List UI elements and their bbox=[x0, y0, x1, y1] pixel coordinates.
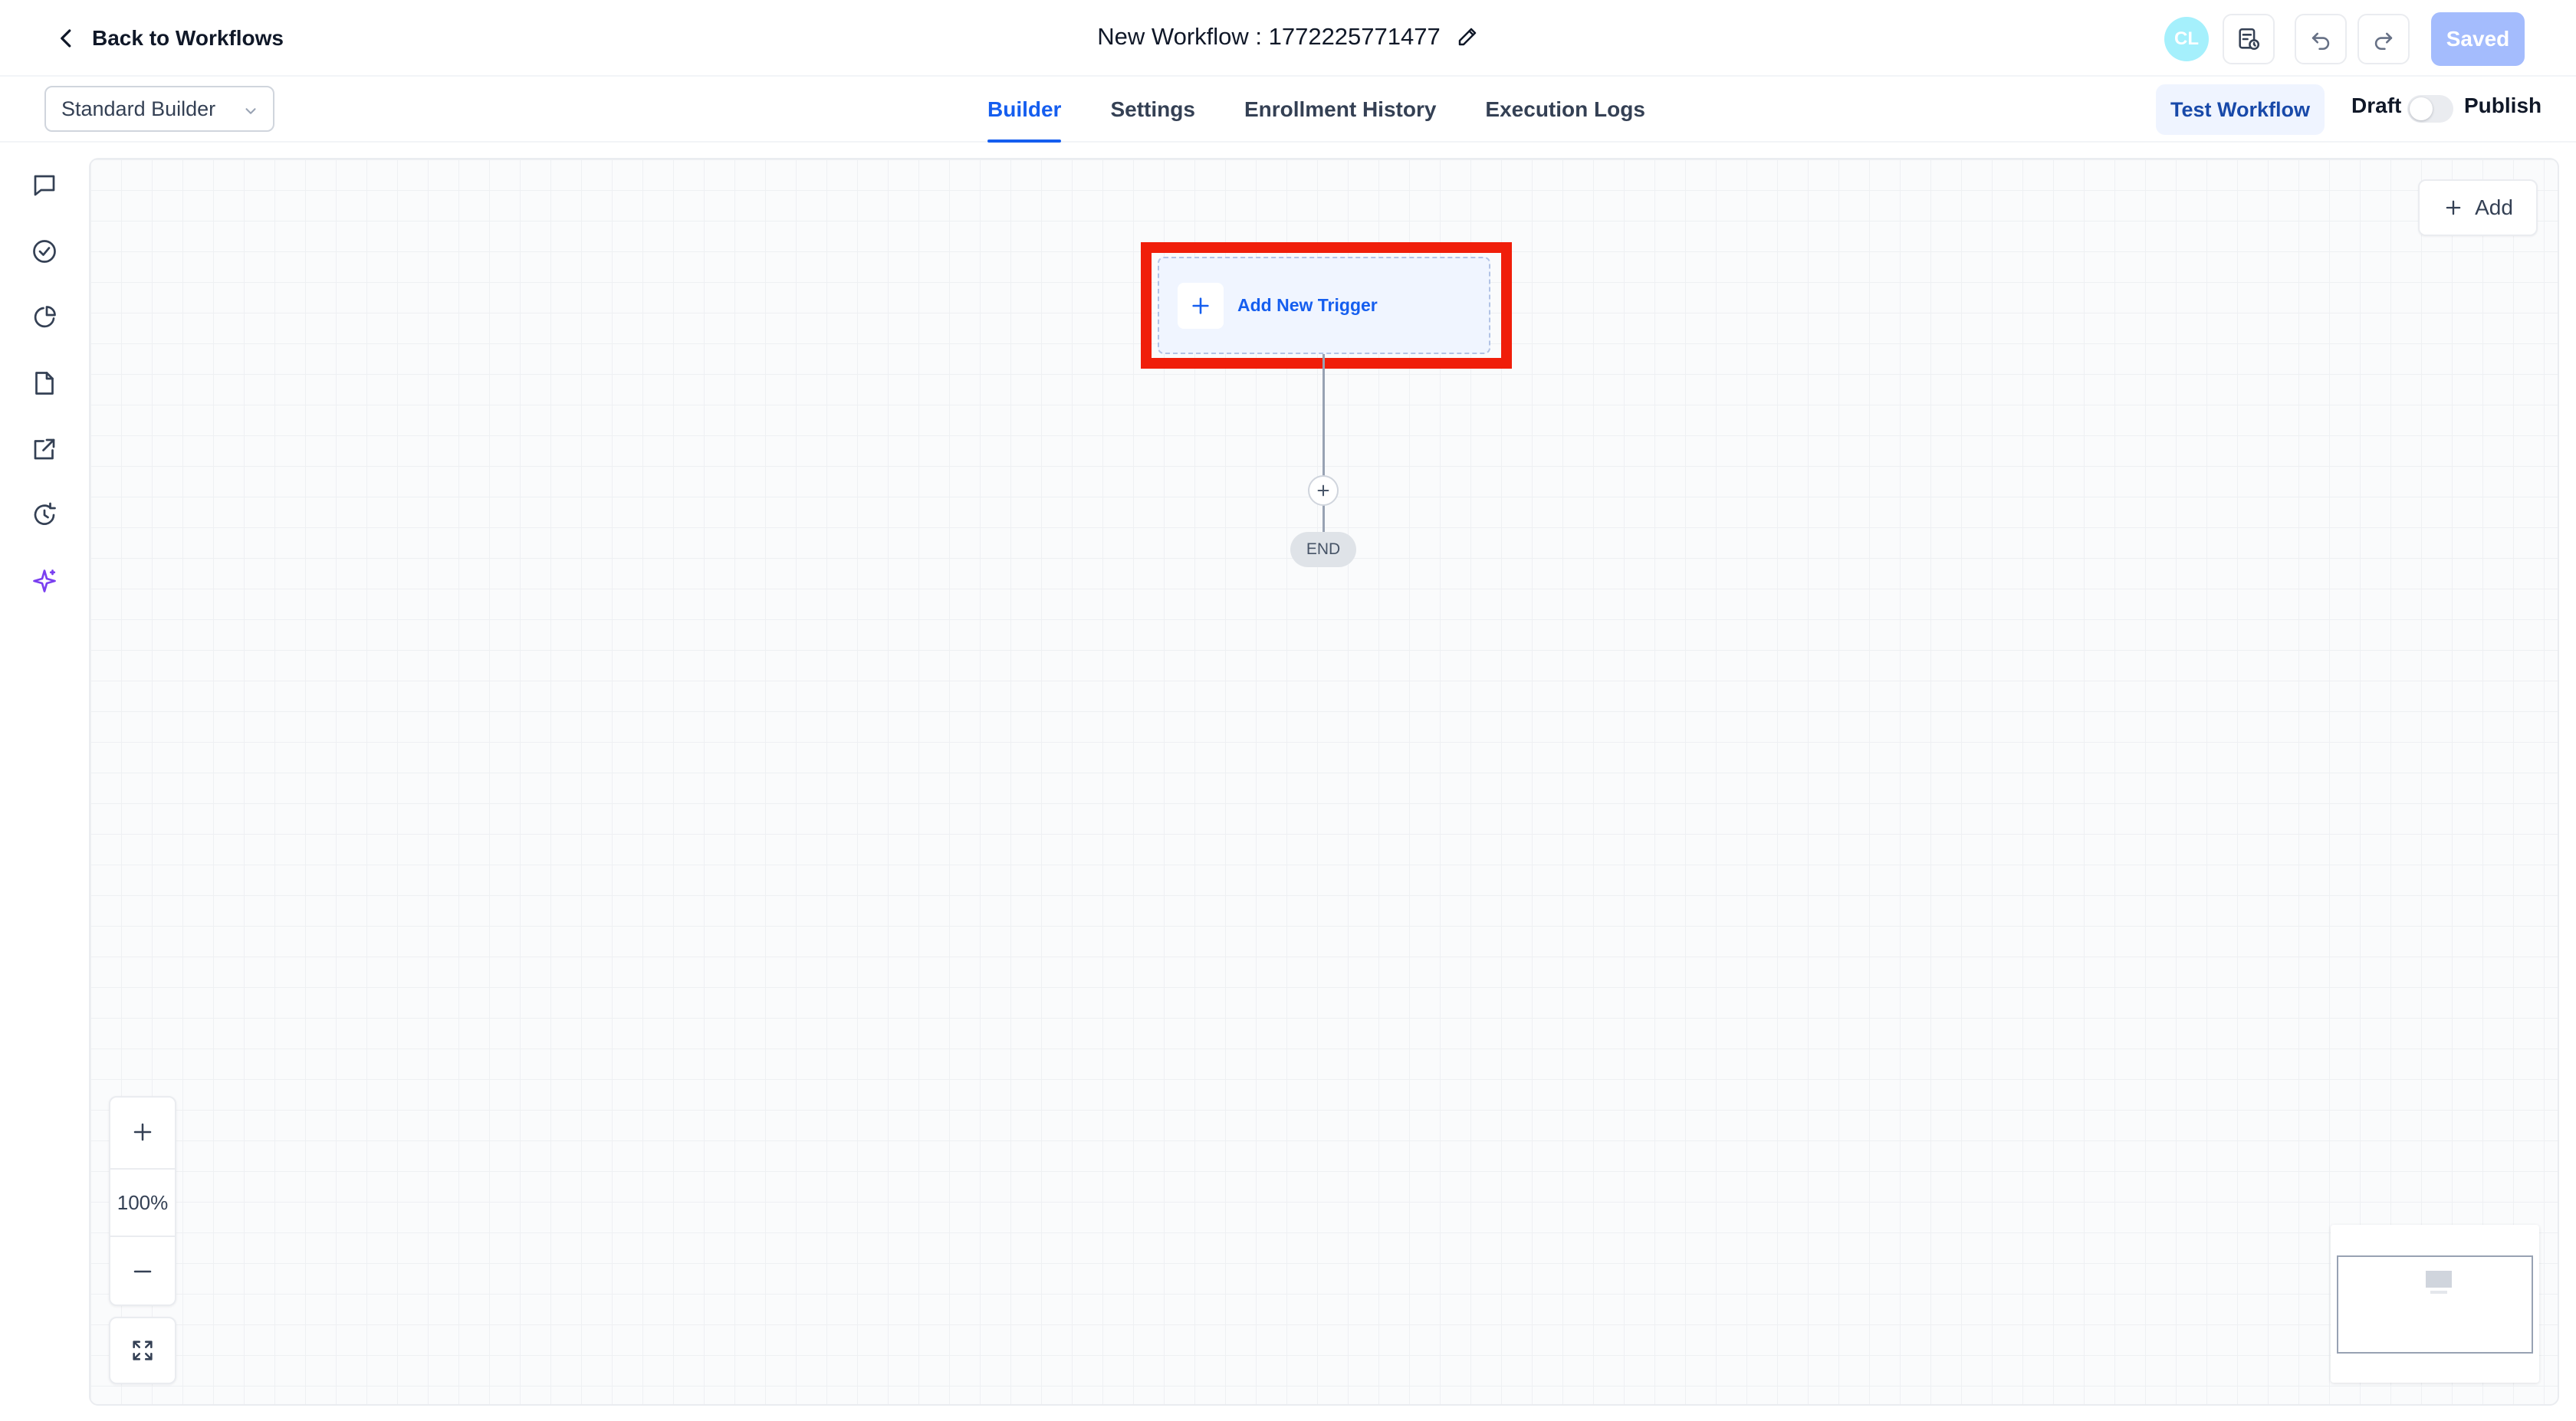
sub-toolbar: Standard Builder Builder Settings Enroll… bbox=[0, 77, 2576, 143]
saved-button[interactable]: Saved bbox=[2431, 12, 2525, 66]
zoom-out-button[interactable] bbox=[110, 1237, 175, 1306]
publish-toggle[interactable] bbox=[2407, 95, 2453, 123]
top-header: Back to Workflows New Workflow : 1772225… bbox=[0, 0, 2576, 77]
undo-button[interactable] bbox=[2295, 14, 2347, 64]
draft-label: Draft bbox=[2351, 94, 2402, 117]
avatar[interactable]: CL bbox=[2164, 17, 2209, 61]
history-icon[interactable] bbox=[28, 498, 61, 532]
builder-select-value: Standard Builder bbox=[61, 97, 216, 120]
plus-icon bbox=[1317, 484, 1329, 497]
builder-type-select[interactable]: Standard Builder bbox=[44, 86, 274, 132]
add-step-button[interactable] bbox=[1308, 475, 1339, 506]
chat-icon[interactable] bbox=[28, 169, 61, 202]
plus-icon bbox=[1192, 297, 1209, 314]
version-history-button[interactable] bbox=[2223, 14, 2275, 64]
minimap-trigger-node bbox=[2426, 1271, 2452, 1288]
workflow-title-text: New Workflow : 1772225771477 bbox=[1097, 23, 1441, 50]
add-new-trigger-card[interactable]: Add New Trigger bbox=[1158, 257, 1490, 354]
minimap[interactable] bbox=[2331, 1225, 2539, 1383]
end-node: END bbox=[1290, 532, 1356, 567]
plus-icon bbox=[2446, 200, 2461, 215]
tab-execution-logs[interactable]: Execution Logs bbox=[1485, 77, 1644, 143]
minus-icon bbox=[133, 1270, 152, 1273]
tab-builder[interactable]: Builder bbox=[987, 77, 1062, 143]
workflow-tabs: Builder Settings Enrollment History Exec… bbox=[987, 77, 1645, 143]
add-button[interactable]: Add bbox=[2418, 179, 2538, 236]
sparkle-icon[interactable] bbox=[28, 564, 61, 598]
add-button-label: Add bbox=[2475, 195, 2513, 219]
pencil-icon[interactable] bbox=[1456, 25, 1479, 48]
zoom-level: 100% bbox=[110, 1168, 175, 1237]
tab-enrollment-history[interactable]: Enrollment History bbox=[1244, 77, 1436, 143]
pie-chart-icon[interactable] bbox=[28, 300, 61, 334]
zoom-in-button[interactable] bbox=[110, 1098, 175, 1167]
undo-icon bbox=[2312, 32, 2330, 51]
minimap-viewport[interactable] bbox=[2337, 1255, 2533, 1354]
publish-label: Publish bbox=[2464, 94, 2542, 117]
plus-icon bbox=[133, 1123, 152, 1141]
check-circle-icon[interactable] bbox=[28, 235, 61, 268]
chevron-down-icon bbox=[245, 108, 256, 114]
tab-settings[interactable]: Settings bbox=[1110, 77, 1194, 143]
zoom-controls: 100% bbox=[109, 1096, 176, 1306]
redo-button[interactable] bbox=[2358, 14, 2410, 64]
fit-view-button[interactable] bbox=[109, 1317, 176, 1384]
test-workflow-button[interactable]: Test Workflow bbox=[2156, 84, 2325, 135]
external-link-icon[interactable] bbox=[28, 432, 61, 466]
expand-icon bbox=[133, 1341, 153, 1360]
redo-icon bbox=[2374, 32, 2393, 51]
trigger-plus-box bbox=[1178, 282, 1224, 329]
left-tool-rail bbox=[0, 143, 89, 1421]
document-clock-icon bbox=[2239, 28, 2260, 51]
document-icon[interactable] bbox=[28, 366, 61, 400]
minimap-end-node bbox=[2430, 1291, 2447, 1294]
add-new-trigger-label: Add New Trigger bbox=[1237, 295, 1378, 315]
